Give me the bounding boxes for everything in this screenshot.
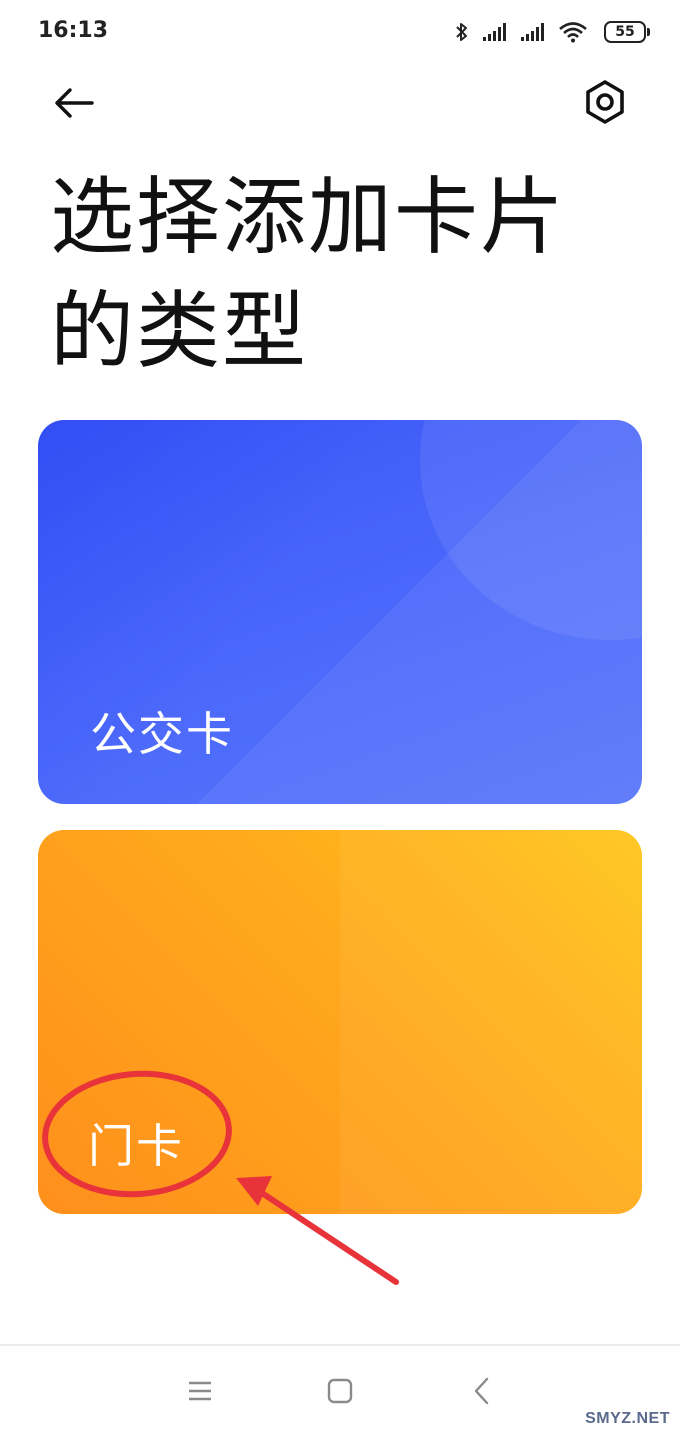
back-button[interactable]: [50, 82, 96, 124]
door-card-label: 门卡: [88, 1119, 184, 1173]
watermark: SMYZ.NET: [585, 1410, 670, 1427]
home-icon: [327, 1378, 353, 1404]
menu-icon: [189, 1381, 211, 1401]
status-icons: 55: [454, 20, 650, 44]
signal-icon: [483, 23, 506, 41]
bus-card-label: 公交卡: [90, 707, 234, 761]
bluetooth-icon: [456, 23, 467, 41]
signal-icon: [521, 23, 544, 41]
hexagon-gear-icon: [586, 80, 624, 124]
settings-button[interactable]: [582, 78, 628, 126]
card-decoration: [340, 830, 642, 1214]
system-nav-bar: [0, 1346, 680, 1436]
status-bar: 16:13 55: [0, 0, 680, 62]
recents-button[interactable]: [180, 1376, 220, 1406]
system-back-button[interactable]: [462, 1376, 502, 1406]
status-time: 16:13: [38, 18, 109, 43]
home-button[interactable]: [320, 1376, 360, 1406]
arrow-left-icon: [55, 88, 94, 118]
battery-icon: 55: [604, 21, 650, 43]
bus-card[interactable]: 公交卡: [38, 420, 642, 804]
door-card[interactable]: 门卡: [38, 830, 642, 1214]
battery-level: 55: [615, 24, 635, 40]
back-icon: [474, 1377, 489, 1405]
wifi-icon: [559, 22, 587, 43]
page-title: 选择添加卡片的类型: [50, 168, 567, 380]
